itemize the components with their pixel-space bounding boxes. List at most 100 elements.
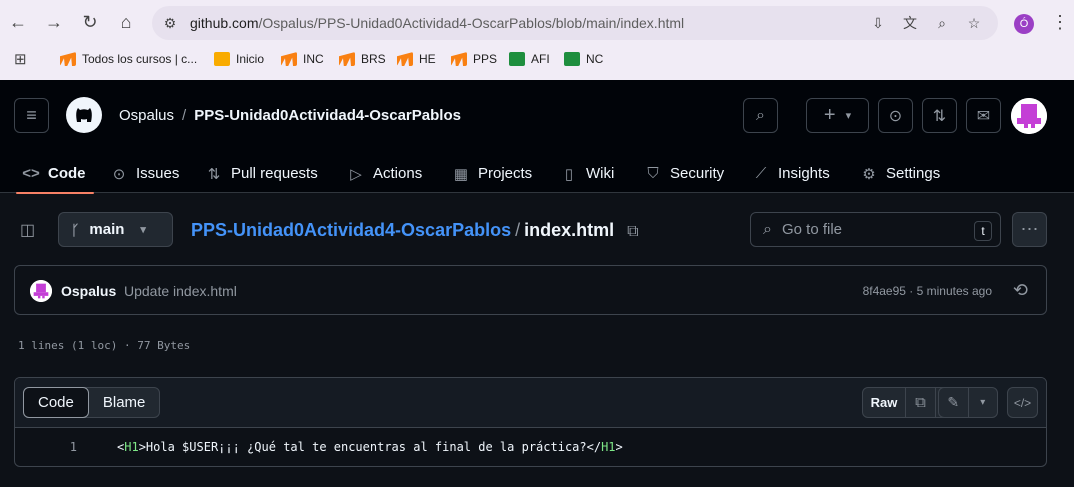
chevron-down-icon: ▾ xyxy=(845,110,852,122)
github-header: ≡ Ospalus / PPS-Unidad0Actividad4-OscarPab… xyxy=(0,80,1074,194)
commit-message[interactable]: Update index.html xyxy=(124,283,237,299)
owner-link[interactable]: Ospalus xyxy=(119,107,174,124)
pull-request-icon: ⇅ xyxy=(207,165,221,183)
pencil-icon[interactable]: ✎ xyxy=(939,388,968,417)
create-new-button[interactable]: + ▾ xyxy=(806,98,869,133)
blame-tab[interactable]: Blame xyxy=(89,388,160,417)
file-breadcrumb: PPS-Unidad0Actividad4-OscarPablos / index.… xyxy=(191,220,639,241)
github-logo-icon[interactable] xyxy=(66,97,102,133)
classroom-icon xyxy=(564,52,580,66)
tab-pull-requests[interactable]: ⇅ Pull requests xyxy=(205,154,318,193)
chevron-down-icon: ▾ xyxy=(140,224,146,236)
more-options-icon[interactable]: ⋯ xyxy=(1012,212,1047,247)
tab-code[interactable]: <> Code xyxy=(16,154,93,194)
inbox-icon[interactable]: ✉ xyxy=(966,98,1001,133)
forward-icon[interactable]: → xyxy=(40,8,68,36)
book-icon: ▯ xyxy=(564,165,574,183)
line-content: <H1>Hola $USER¡¡¡ ¿Qué tal te encuentras… xyxy=(117,440,623,454)
tab-insights[interactable]: ⟋ Insights xyxy=(752,154,830,193)
copy-path-icon[interactable]: ⧉ xyxy=(627,223,638,240)
tab-actions[interactable]: ▷ Actions xyxy=(347,154,422,193)
address-row: ← → ↻ ⌂ ⚙ github.com/Ospalus/PPS-Unidad0… xyxy=(0,4,1074,40)
play-icon: ▷ xyxy=(350,165,362,183)
sidebar-toggle-icon[interactable]: ◫ xyxy=(20,220,35,240)
bookmark-item[interactable]: AFI xyxy=(509,50,550,68)
hamburger-menu-icon[interactable]: ≡ xyxy=(14,98,49,133)
breadcrumb-separator: / xyxy=(182,107,187,124)
copy-icon[interactable]: ⧉ xyxy=(905,388,935,417)
path-repo-link[interactable]: PPS-Unidad0Actividad4-OscarPablos xyxy=(191,220,511,240)
search-icon: ⌕ xyxy=(763,220,772,238)
gear-icon: ⚙ xyxy=(862,165,876,183)
issue-icon: ⊙ xyxy=(112,165,126,183)
bookmark-item[interactable]: Todos los cursos | c... xyxy=(60,50,197,68)
tab-projects[interactable]: ▦ Projects xyxy=(452,154,532,193)
table-icon: ▦ xyxy=(453,165,469,183)
code-toolbar: Code Blame Raw ⧉ ⤓ ✎ ▾ </> xyxy=(15,378,1046,428)
bookmarks-bar: ⊞ Todos los cursos | c... Inicio INC BRS… xyxy=(0,46,1074,72)
moodle-icon xyxy=(60,52,76,66)
user-avatar[interactable] xyxy=(1011,98,1047,134)
commit-author[interactable]: Ospalus xyxy=(61,283,116,299)
bookmark-item[interactable]: Inicio xyxy=(214,50,264,68)
translate-icon[interactable]: 文 xyxy=(900,13,920,33)
history-icon[interactable]: ⟲ xyxy=(1013,280,1028,301)
browser-chrome: ← → ↻ ⌂ ⚙ github.com/Ospalus/PPS-Unidad0… xyxy=(0,0,1074,80)
bookmark-item[interactable]: PPS xyxy=(451,50,497,68)
tab-settings[interactable]: ⚙ Settings xyxy=(860,154,940,193)
apps-grid-icon[interactable]: ⊞ xyxy=(14,50,27,68)
commit-author-avatar[interactable] xyxy=(30,280,52,302)
moodle-icon xyxy=(281,52,297,66)
repo-breadcrumb: Ospalus / PPS-Unidad0Actividad4-OscarPablo… xyxy=(119,107,461,124)
line-number[interactable]: 1 xyxy=(55,440,77,454)
branch-name: main xyxy=(89,221,125,238)
raw-button[interactable]: Raw xyxy=(863,388,905,417)
tab-wiki[interactable]: ▯ Wiki xyxy=(560,154,614,193)
classroom-icon xyxy=(214,52,230,66)
symbols-panel-icon[interactable]: </> xyxy=(1007,387,1038,418)
home-icon[interactable]: ⌂ xyxy=(112,8,140,36)
tab-issues[interactable]: ⊙ Issues xyxy=(110,154,180,193)
plus-icon: + xyxy=(823,104,836,126)
bookmark-item[interactable]: BRS xyxy=(339,50,386,68)
install-app-icon[interactable]: ⇩ xyxy=(868,13,888,33)
moodle-icon xyxy=(397,52,413,66)
path-file-name: index.html xyxy=(524,220,615,240)
profile-avatar[interactable]: Ó xyxy=(1014,14,1034,34)
issues-icon[interactable]: ⊙ xyxy=(878,98,913,133)
file-info: 1 lines (1 loc) · 77 Bytes xyxy=(18,339,191,352)
branch-selector[interactable]: ᚴ main ▾ xyxy=(58,212,173,247)
tab-security[interactable]: ⛉ Security xyxy=(644,154,724,193)
address-bar[interactable]: ⚙ github.com/Ospalus/PPS-Unidad0Activida… xyxy=(152,6,998,40)
go-to-file-placeholder: Go to file xyxy=(781,221,842,238)
edit-group: ✎ ▾ xyxy=(938,387,998,418)
go-to-file-input[interactable]: ⌕ Go to file t xyxy=(750,212,1001,247)
commit-meta[interactable]: 8f4ae95 · 5 minutes ago xyxy=(863,284,992,298)
bookmark-item[interactable]: INC xyxy=(281,50,324,68)
search-icon[interactable]: ⌕ xyxy=(743,98,778,133)
shortcut-key: t xyxy=(974,221,992,241)
repo-link[interactable]: PPS-Unidad0Actividad4-OscarPablos xyxy=(194,107,461,124)
moodle-icon xyxy=(339,52,355,66)
site-info-icon[interactable]: ⚙ xyxy=(160,13,180,33)
repo-tabs: <> Code ⊙ Issues ⇅ Pull requests ▷ Actions ▦… xyxy=(0,154,1074,194)
path-separator: / xyxy=(515,220,521,240)
bookmark-item[interactable]: HE xyxy=(397,50,436,68)
code-line: 1 <H1>Hola $USER¡¡¡ ¿Qué tal te encuentr… xyxy=(15,438,1046,458)
zoom-icon[interactable]: ⌕ xyxy=(932,13,952,33)
graph-icon: ⟋ xyxy=(755,165,767,182)
pull-requests-icon[interactable]: ⇅ xyxy=(922,98,957,133)
reload-icon[interactable]: ↻ xyxy=(76,8,104,36)
classroom-icon xyxy=(509,52,525,66)
url-text[interactable]: github.com/Ospalus/PPS-Unidad0Actividad4… xyxy=(190,15,684,31)
chevron-down-icon[interactable]: ▾ xyxy=(967,388,998,417)
branch-icon: ᚴ xyxy=(71,221,80,238)
shield-icon: ⛉ xyxy=(647,165,659,182)
code-tab[interactable]: Code xyxy=(23,387,89,418)
bookmark-item[interactable]: NC xyxy=(564,50,603,68)
code-icon: <> xyxy=(22,165,40,182)
back-icon[interactable]: ← xyxy=(4,8,32,36)
browser-menu-icon[interactable]: ⋮ xyxy=(1050,12,1070,36)
bookmark-star-icon[interactable]: ☆ xyxy=(964,13,984,33)
close-tag: </H1> xyxy=(586,440,623,454)
